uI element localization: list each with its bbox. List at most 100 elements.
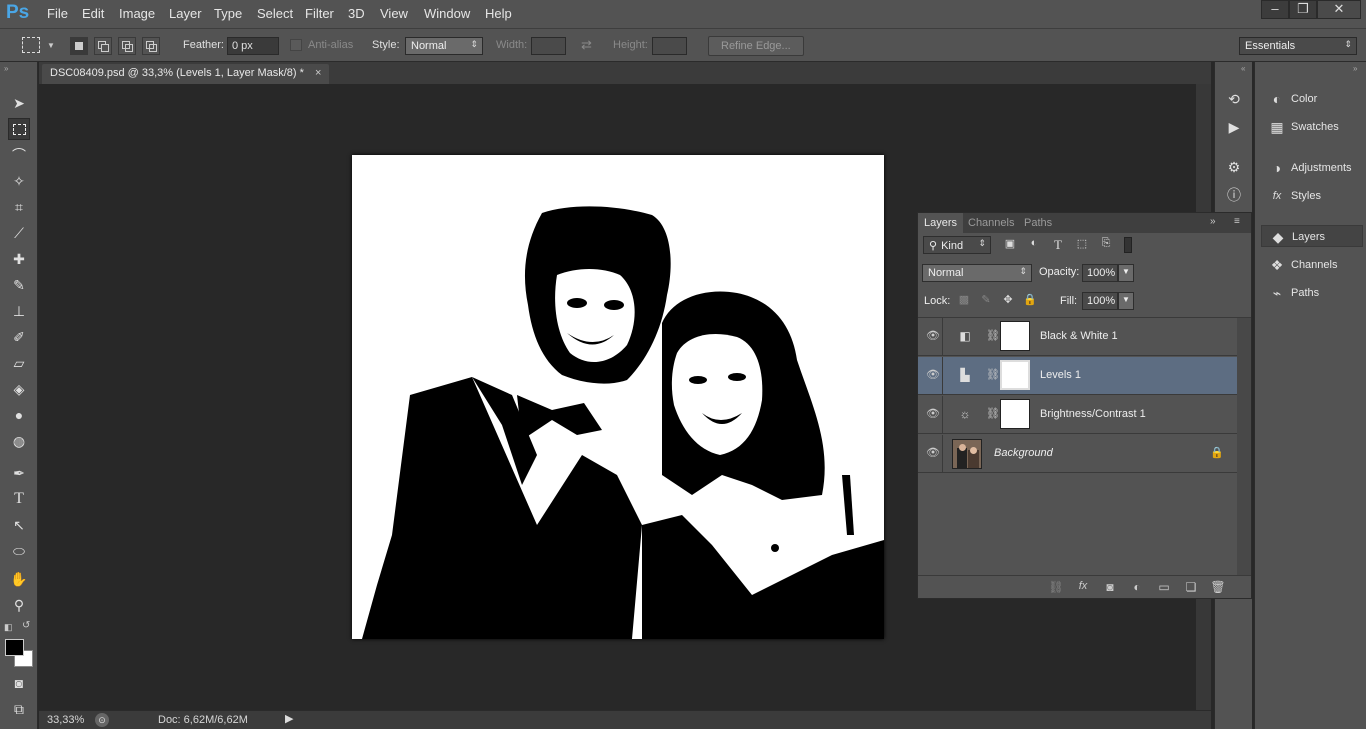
menu-help[interactable]: Help bbox=[485, 6, 512, 21]
menu-image[interactable]: Image bbox=[119, 6, 155, 21]
history-brush-tool-icon[interactable]: ✐ bbox=[8, 326, 30, 348]
workspace-select[interactable]: Essentials ⇕ bbox=[1239, 37, 1357, 55]
history-panel-icon[interactable]: ⟲ bbox=[1223, 88, 1245, 110]
zoom-level[interactable]: 33,33% bbox=[47, 714, 84, 726]
eraser-tool-icon[interactable]: ▱ bbox=[8, 352, 30, 374]
link-layers-icon[interactable]: ⛓ bbox=[1048, 580, 1064, 596]
collapse-tools-icon[interactable]: » bbox=[4, 64, 8, 73]
properties-panel-icon[interactable]: ⚙ bbox=[1223, 156, 1245, 178]
refine-edge-button[interactable]: Refine Edge... bbox=[708, 36, 804, 56]
collapse-panel-icon[interactable]: » bbox=[1210, 216, 1216, 227]
layer-row[interactable]: 👁 ▙ ⛓ Levels 1 bbox=[918, 357, 1237, 395]
delete-layer-icon[interactable]: 🗑 bbox=[1210, 580, 1226, 596]
screen-mode-icon[interactable]: ⧉ bbox=[8, 698, 30, 720]
menu-filter[interactable]: Filter bbox=[305, 6, 334, 21]
visibility-eye-icon[interactable]: 👁 bbox=[926, 368, 940, 382]
tab-channels[interactable]: Channels bbox=[962, 213, 1020, 233]
default-colors-icon[interactable]: ◧ bbox=[4, 622, 13, 633]
filter-adjustment-icon[interactable]: ◐ bbox=[1026, 237, 1042, 253]
layer-row[interactable]: 👁 Background 🔒 bbox=[918, 435, 1237, 473]
pen-tool-icon[interactable]: ✒ bbox=[8, 462, 30, 484]
eyedropper-tool-icon[interactable]: ⟋ bbox=[8, 222, 30, 244]
filter-type-icon[interactable]: T bbox=[1050, 237, 1066, 253]
add-to-selection-icon[interactable] bbox=[94, 37, 112, 55]
link-chain-icon[interactable]: ⛓ bbox=[986, 368, 1000, 381]
menu-layer[interactable]: Layer bbox=[169, 6, 202, 21]
document-canvas[interactable] bbox=[352, 155, 884, 639]
link-chain-icon[interactable]: ⛓ bbox=[986, 407, 1000, 420]
info-panel-icon[interactable]: ⓘ bbox=[1223, 184, 1245, 206]
opacity-dropdown-icon[interactable]: ▼ bbox=[1118, 264, 1134, 282]
add-mask-icon[interactable]: ◙ bbox=[1102, 580, 1118, 596]
filter-pixel-icon[interactable]: ▣ bbox=[1002, 237, 1018, 253]
menu-edit[interactable]: Edit bbox=[82, 6, 104, 21]
close-document-icon[interactable]: × bbox=[315, 67, 321, 79]
rectangular-marquee-tool-icon[interactable] bbox=[8, 118, 30, 140]
filter-kind-select[interactable]: ⚲ Kind ⇕ bbox=[923, 236, 991, 254]
layer-row[interactable]: 👁 ◧ ⛓ Black & White 1 bbox=[918, 318, 1237, 356]
close-button[interactable]: ✕ bbox=[1317, 0, 1361, 19]
tab-layers[interactable]: Layers bbox=[918, 213, 964, 233]
quick-mask-icon[interactable]: ◙ bbox=[8, 672, 30, 694]
crop-tool-icon[interactable]: ⌗ bbox=[8, 196, 30, 218]
fill-dropdown-icon[interactable]: ▼ bbox=[1118, 292, 1134, 310]
magic-wand-tool-icon[interactable]: ✧ bbox=[8, 170, 30, 192]
layer-list-scrollbar[interactable] bbox=[1237, 318, 1251, 575]
lock-image-icon[interactable]: ✎ bbox=[978, 293, 994, 309]
move-tool-icon[interactable]: ➤ bbox=[8, 92, 30, 114]
rectangular-marquee-preset-icon[interactable] bbox=[22, 37, 40, 53]
layer-name[interactable]: Levels 1 bbox=[1040, 369, 1081, 381]
dock-item-layers[interactable]: ◆ Layers bbox=[1261, 225, 1363, 247]
swap-dimensions-icon[interactable]: ⇄ bbox=[581, 37, 592, 53]
opacity-input[interactable]: 100% bbox=[1082, 264, 1118, 282]
minimize-button[interactable]: ‒ bbox=[1261, 0, 1289, 19]
dock-item-adjustments[interactable]: ◑ Adjustments bbox=[1261, 157, 1363, 179]
hand-tool-icon[interactable]: ✋ bbox=[8, 568, 30, 590]
subtract-from-selection-icon[interactable] bbox=[118, 37, 136, 55]
layer-mask-thumbnail[interactable] bbox=[1000, 321, 1030, 351]
dock-item-styles[interactable]: fx Styles bbox=[1261, 185, 1363, 207]
clone-stamp-tool-icon[interactable]: ⊥ bbox=[8, 300, 30, 322]
document-tab[interactable]: DSC08409.psd @ 33,3% (Levels 1, Layer Ma… bbox=[42, 64, 330, 84]
dock-item-swatches[interactable]: ▦ Swatches bbox=[1261, 116, 1363, 138]
dock-item-color[interactable]: ◐ Color bbox=[1261, 88, 1363, 110]
lock-all-icon[interactable]: 🔒 bbox=[1022, 293, 1038, 309]
blend-mode-select[interactable]: Normal ⇕ bbox=[922, 264, 1032, 282]
height-input[interactable] bbox=[652, 37, 687, 55]
zoom-tool-icon[interactable]: ⚲ bbox=[8, 594, 30, 616]
collapse-dock-icon[interactable]: » bbox=[1353, 64, 1357, 73]
dock-item-paths[interactable]: ⌁ Paths bbox=[1261, 282, 1363, 304]
path-selection-tool-icon[interactable]: ↖ bbox=[8, 514, 30, 536]
new-group-icon[interactable]: ▭ bbox=[1156, 580, 1172, 596]
collapse-strip-icon[interactable]: « bbox=[1241, 64, 1245, 73]
layer-mask-thumbnail[interactable] bbox=[1000, 399, 1030, 429]
lasso-tool-icon[interactable]: ⌒ bbox=[8, 144, 30, 166]
blur-tool-icon[interactable]: ● bbox=[8, 404, 30, 426]
menu-view[interactable]: View bbox=[380, 6, 408, 21]
filter-smart-object-icon[interactable]: ⎘ bbox=[1098, 237, 1114, 253]
anti-alias-checkbox[interactable] bbox=[290, 39, 302, 51]
menu-type[interactable]: Type bbox=[214, 6, 242, 21]
visibility-eye-icon[interactable]: 👁 bbox=[926, 329, 940, 343]
visibility-eye-icon[interactable]: 👁 bbox=[926, 407, 940, 421]
lock-position-icon[interactable]: ✥ bbox=[1000, 293, 1016, 309]
foreground-color-swatch[interactable] bbox=[5, 639, 24, 656]
menu-3d[interactable]: 3D bbox=[348, 6, 365, 21]
brush-tool-icon[interactable]: ✎ bbox=[8, 274, 30, 296]
fill-input[interactable]: 100% bbox=[1082, 292, 1118, 310]
actions-panel-icon[interactable]: ▶ bbox=[1223, 116, 1245, 138]
new-selection-icon[interactable] bbox=[70, 37, 88, 55]
type-tool-icon[interactable]: T bbox=[8, 488, 30, 510]
lock-transparent-icon[interactable]: ▩ bbox=[956, 293, 972, 309]
feather-input[interactable]: 0 px bbox=[227, 37, 279, 55]
style-select[interactable]: Normal ⇕ bbox=[405, 37, 483, 55]
filter-shape-icon[interactable]: ⬚ bbox=[1074, 237, 1090, 253]
menu-file[interactable]: File bbox=[47, 6, 68, 21]
new-layer-icon[interactable]: ❏ bbox=[1183, 580, 1199, 596]
dock-item-channels[interactable]: ❖ Channels bbox=[1261, 254, 1363, 276]
tab-paths[interactable]: Paths bbox=[1018, 213, 1058, 233]
layer-name[interactable]: Black & White 1 bbox=[1040, 330, 1118, 342]
preset-dropdown-icon[interactable]: ▼ bbox=[47, 41, 55, 50]
layer-mask-thumbnail[interactable] bbox=[1000, 360, 1030, 390]
ellipse-tool-icon[interactable]: ⬭ bbox=[8, 540, 30, 562]
